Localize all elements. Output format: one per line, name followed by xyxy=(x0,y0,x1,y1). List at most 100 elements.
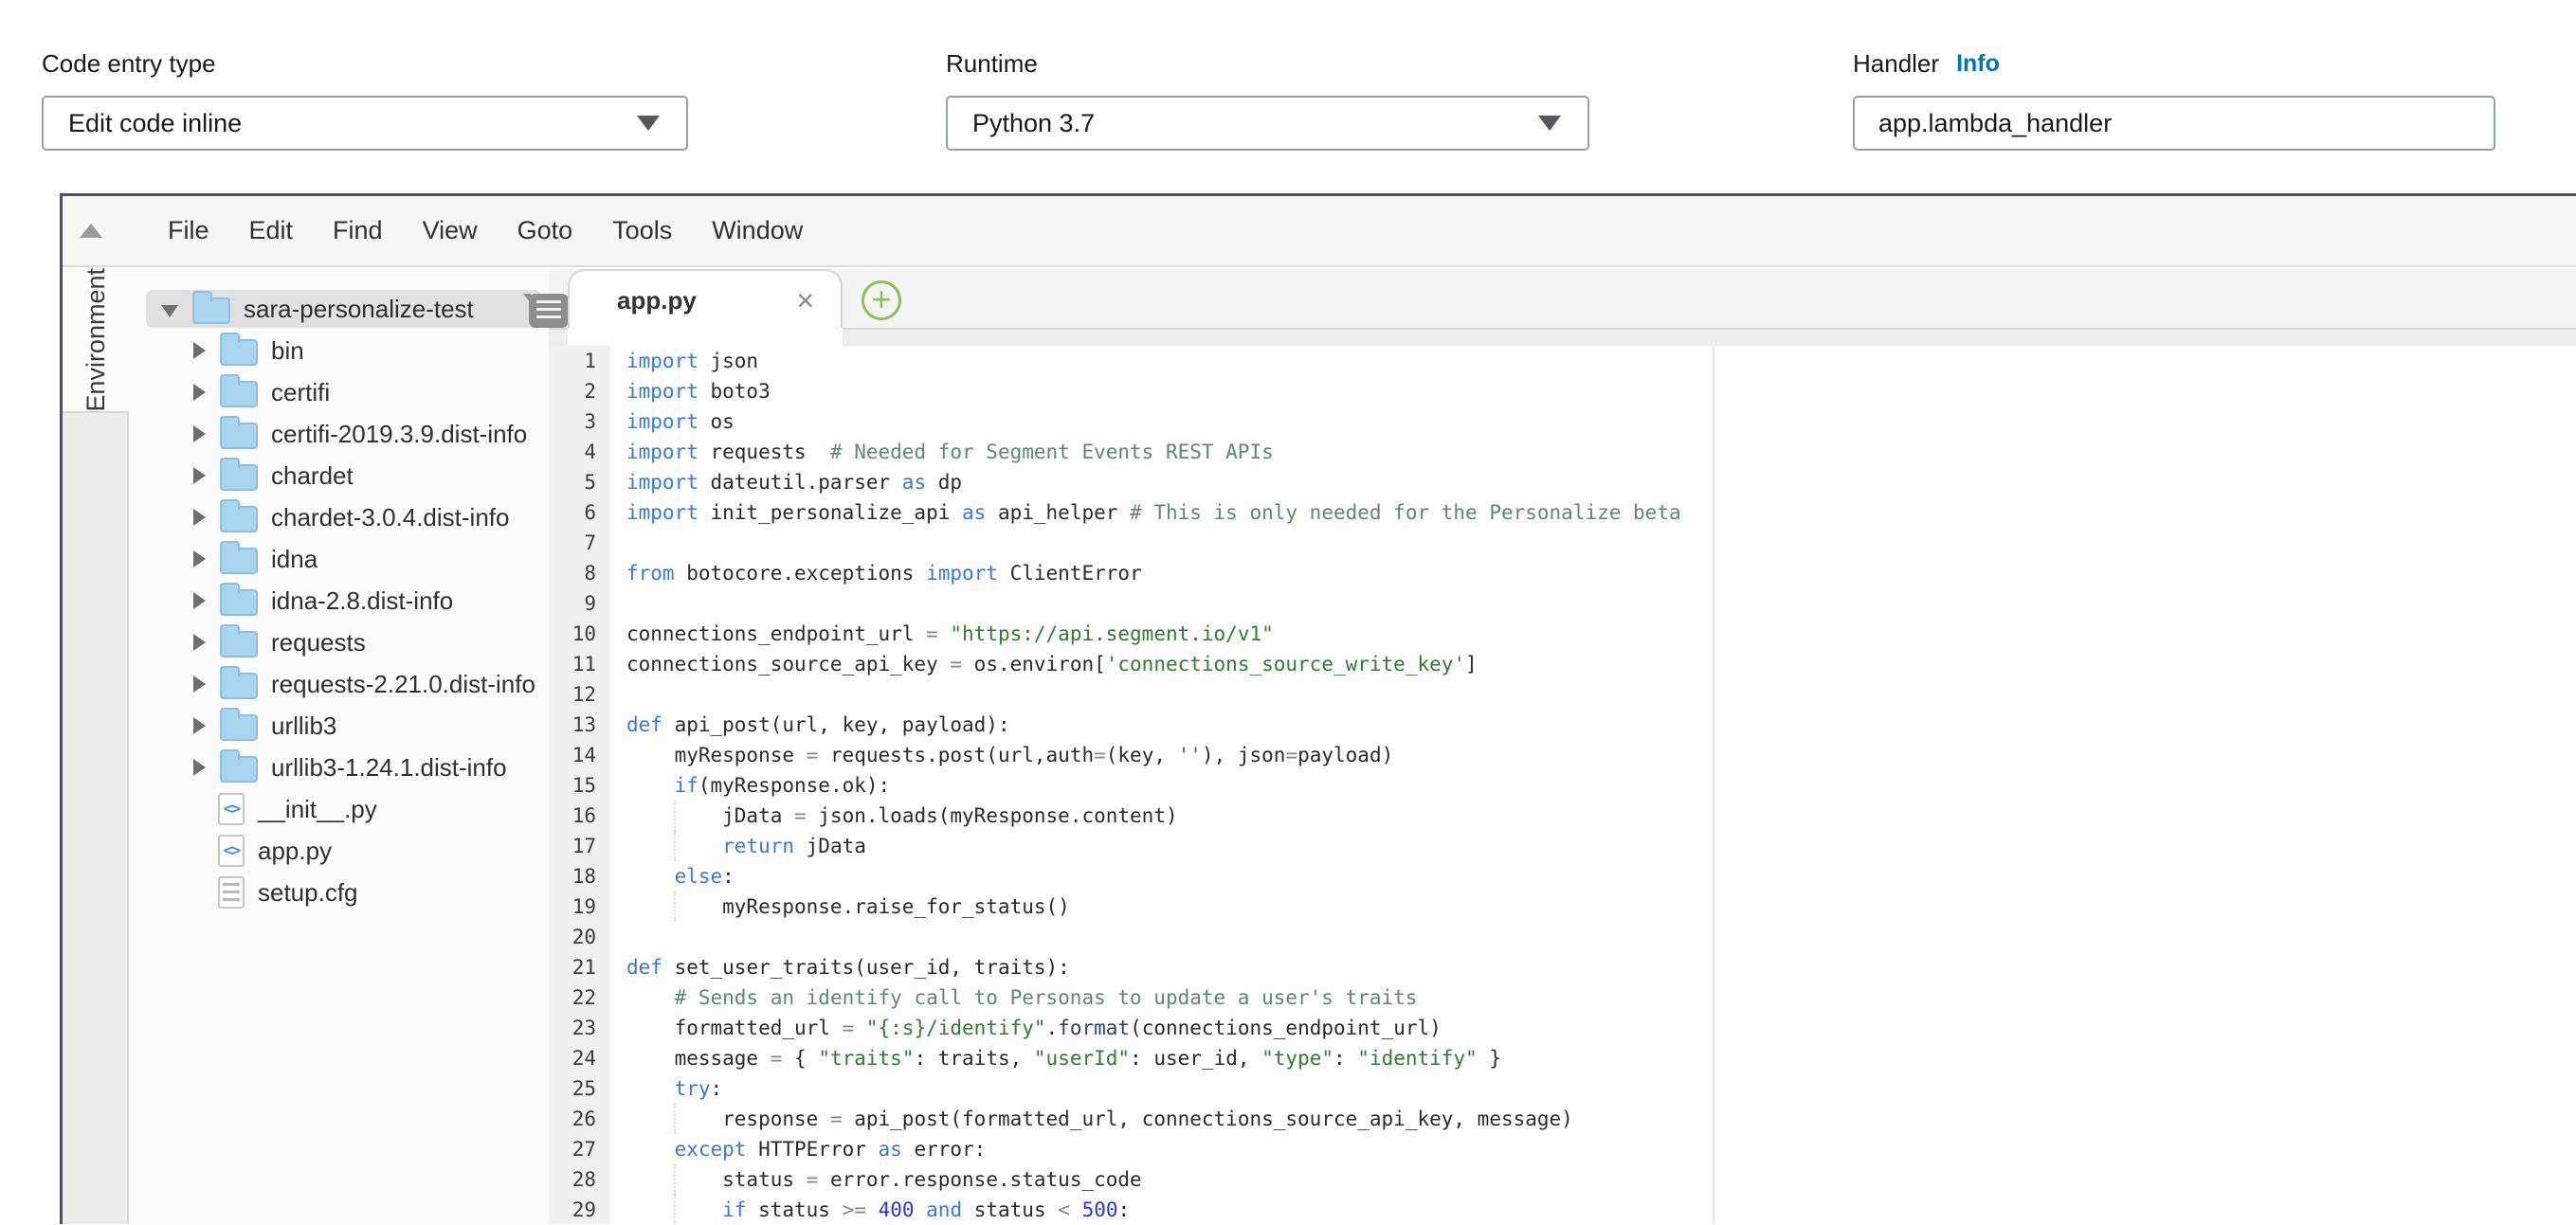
tree-item-certifi[interactable]: certifi xyxy=(129,371,549,413)
code-line-28[interactable]: status = error.response.status_code xyxy=(610,1164,2576,1195)
handler-input[interactable] xyxy=(1855,109,2494,138)
caret-down-icon[interactable] xyxy=(161,305,178,317)
code-area[interactable]: import jsonimport boto3import osimport r… xyxy=(610,346,2576,1224)
tree-item-idna[interactable]: idna xyxy=(129,538,549,580)
line-number: 19 xyxy=(549,892,596,922)
close-tab-icon[interactable]: × xyxy=(796,285,814,315)
runtime-label: Runtime xyxy=(946,49,1589,79)
tab-list-icon[interactable] xyxy=(529,294,569,328)
menu-item-window[interactable]: Window xyxy=(692,216,823,245)
code-line-10[interactable]: connections_endpoint_url = "https://api.… xyxy=(610,619,2576,649)
tree-item-label: setup.cfg xyxy=(258,878,358,908)
line-number: 20 xyxy=(549,922,596,952)
code-line-22[interactable]: # Sends an identify call to Personas to … xyxy=(610,982,2576,1013)
tree-item-urllib3[interactable]: urllib3 xyxy=(129,705,549,747)
tree-item-certifi-2019-3-9-dist-info[interactable]: certifi-2019.3.9.dist-info xyxy=(129,413,549,455)
code-line-14[interactable]: myResponse = requests.post(url,auth=(key… xyxy=(610,740,2576,770)
indent-guide xyxy=(674,1195,676,1224)
code-line-9[interactable] xyxy=(610,588,2576,619)
code-line-6[interactable]: import init_personalize_api as api_helpe… xyxy=(610,497,2576,528)
menu-item-edit[interactable]: Edit xyxy=(229,216,314,245)
folder-icon xyxy=(220,756,258,783)
tab-app-py[interactable]: app.py × xyxy=(568,269,843,330)
code-line-21[interactable]: def set_user_traits(user_id, traits): xyxy=(610,952,2576,982)
code-entry-type-select[interactable]: Edit code inline xyxy=(42,96,688,151)
line-number: 23 xyxy=(549,1013,596,1043)
code-line-29[interactable]: if status >= 400 and status < 500: xyxy=(610,1195,2576,1224)
tree-item-chardet-3-0-4-dist-info[interactable]: chardet-3.0.4.dist-info xyxy=(129,496,549,538)
menu-item-view[interactable]: View xyxy=(403,216,498,245)
chevron-down-icon xyxy=(1538,116,1561,131)
tree-item-bin[interactable]: bin xyxy=(129,330,549,371)
tree-item--init-py[interactable]: <>__init__.py xyxy=(129,788,549,830)
line-number: 16 xyxy=(549,801,596,831)
code-line-12[interactable] xyxy=(610,679,2576,710)
code-line-13[interactable]: def api_post(url, key, payload): xyxy=(610,710,2576,740)
tree-item-label: __init__.py xyxy=(258,795,377,824)
line-number: 5 xyxy=(549,467,596,497)
code-line-16[interactable]: jData = json.loads(myResponse.content) xyxy=(610,801,2576,831)
caret-right-icon[interactable] xyxy=(193,384,206,401)
tree-item-idna-2-8-dist-info[interactable]: idna-2.8.dist-info xyxy=(129,580,549,622)
caret-right-icon[interactable] xyxy=(193,467,206,484)
caret-right-icon[interactable] xyxy=(193,592,206,609)
code-line-1[interactable]: import json xyxy=(610,346,2576,376)
caret-right-icon[interactable] xyxy=(193,717,206,734)
active-tab-connector xyxy=(568,328,843,348)
code-line-20[interactable] xyxy=(610,922,2576,952)
handler-input-wrap xyxy=(1853,96,2495,151)
code-line-5[interactable]: import dateutil.parser as dp xyxy=(610,467,2576,497)
code-line-2[interactable]: import boto3 xyxy=(610,376,2576,406)
tree-item-requests-2-21-0-dist-info[interactable]: requests-2.21.0.dist-info xyxy=(129,663,549,705)
tree-item-requests[interactable]: requests xyxy=(129,622,549,663)
tree-item-chardet[interactable]: chardet xyxy=(129,455,549,496)
tree-item-label: certifi-2019.3.9.dist-info xyxy=(271,420,527,449)
collapse-editor-icon[interactable] xyxy=(80,224,102,238)
code-line-23[interactable]: formatted_url = "{:s}/identify".format(c… xyxy=(610,1013,2576,1043)
code-line-27[interactable]: except HTTPError as error: xyxy=(610,1134,2576,1164)
tree-item-sara-personalize-test[interactable]: sara-personalize-test xyxy=(129,288,549,330)
caret-right-icon[interactable] xyxy=(193,342,206,359)
code-entry-type-field: Code entry type Edit code inline xyxy=(42,49,688,151)
folder-icon xyxy=(220,548,258,574)
code-line-7[interactable] xyxy=(610,528,2576,558)
code-editor[interactable]: 1234567891011121314151617181920212223242… xyxy=(549,346,2576,1224)
caret-right-icon[interactable] xyxy=(193,634,206,651)
code-line-8[interactable]: from botocore.exceptions import ClientEr… xyxy=(610,558,2576,588)
caret-right-icon[interactable] xyxy=(193,425,206,442)
caret-right-icon[interactable] xyxy=(193,759,206,776)
code-line-4[interactable]: import requests # Needed for Segment Eve… xyxy=(610,437,2576,467)
menu-item-tools[interactable]: Tools xyxy=(592,216,692,245)
code-line-25[interactable]: try: xyxy=(610,1073,2576,1104)
code-line-15[interactable]: if(myResponse.ok): xyxy=(610,770,2576,801)
menu-item-goto[interactable]: Goto xyxy=(498,216,593,245)
folder-icon xyxy=(220,464,258,491)
new-tab-icon[interactable]: + xyxy=(862,280,901,320)
handler-label-text: Handler xyxy=(1853,49,1939,79)
code-line-24[interactable]: message = { "traits": traits, "userId": … xyxy=(610,1043,2576,1073)
code-line-19[interactable]: myResponse.raise_for_status() xyxy=(610,892,2576,922)
tree-item-label: idna-2.8.dist-info xyxy=(271,586,453,616)
line-number: 22 xyxy=(549,982,596,1013)
handler-info-link[interactable]: Info xyxy=(1956,50,2000,78)
line-number: 10 xyxy=(549,619,596,649)
code-line-18[interactable]: else: xyxy=(610,861,2576,892)
code-line-17[interactable]: return jData xyxy=(610,831,2576,861)
tree-item-label: requests xyxy=(271,628,366,658)
code-line-3[interactable]: import os xyxy=(610,406,2576,437)
caret-right-icon[interactable] xyxy=(193,550,206,567)
code-line-11[interactable]: connections_source_api_key = os.environ[… xyxy=(610,649,2576,679)
tree-item-urllib3-1-24-1-dist-info[interactable]: urllib3-1.24.1.dist-info xyxy=(129,747,549,788)
menu-item-find[interactable]: Find xyxy=(313,216,403,245)
tree-item-app-py[interactable]: <>app.py xyxy=(129,830,549,872)
code-line-26[interactable]: response = api_post(formatted_url, conne… xyxy=(610,1104,2576,1134)
tab-environment[interactable]: Environment xyxy=(63,269,129,413)
folder-icon xyxy=(220,589,258,616)
tree-item-setup-cfg[interactable]: setup.cfg xyxy=(129,872,549,913)
menu-item-file[interactable]: File xyxy=(148,216,229,245)
caret-right-icon[interactable] xyxy=(193,676,206,693)
runtime-select[interactable]: Python 3.7 xyxy=(946,96,1589,151)
indent-guide xyxy=(674,892,676,922)
caret-right-icon[interactable] xyxy=(193,509,206,526)
indent-guide xyxy=(674,801,676,831)
